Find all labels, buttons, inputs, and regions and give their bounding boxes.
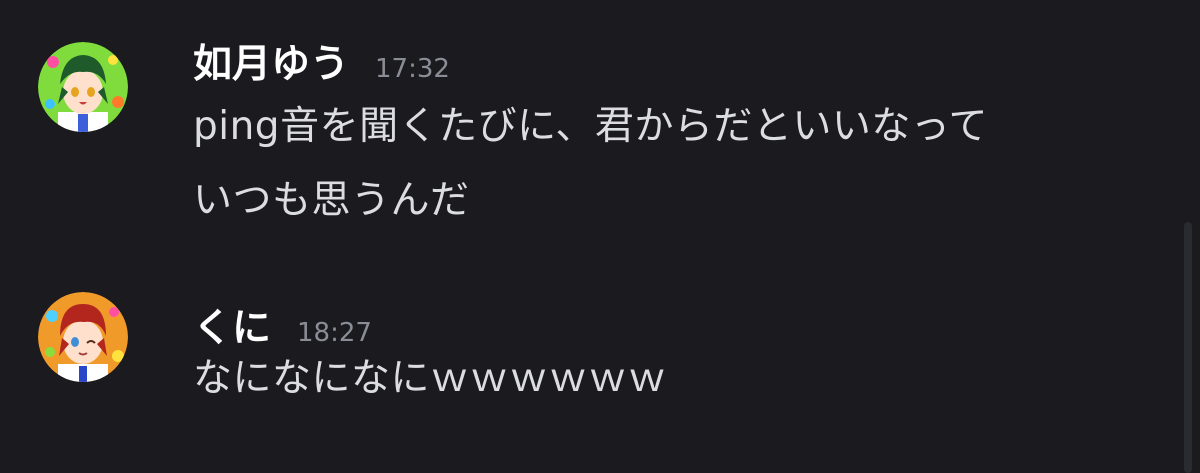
message-item: くに 18:27 なになになにｗｗｗｗｗｗ	[0, 280, 1170, 440]
avatar-image	[38, 292, 128, 382]
message-item: 如月ゆう 17:32 ping音を聞くたびに、君からだといいなって いつも思うん…	[0, 0, 1170, 240]
message-text-line: ping音を聞くたびに、君からだといいなって	[193, 104, 988, 149]
scrollbar[interactable]	[1184, 222, 1192, 473]
avatar-image	[38, 42, 128, 132]
user-avatar[interactable]	[38, 42, 128, 132]
username[interactable]: 如月ゆう	[193, 33, 349, 89]
chat-message-list: 如月ゆう 17:32 ping音を聞くたびに、君からだといいなって いつも思うん…	[0, 0, 1200, 473]
user-avatar[interactable]	[38, 292, 128, 382]
timestamp: 17:32	[375, 54, 450, 84]
message-text-line: なになになにｗｗｗｗｗｗ	[193, 356, 668, 401]
message-text-line: いつも思うんだ	[193, 178, 470, 223]
message-header: 如月ゆう 17:32	[193, 33, 450, 89]
